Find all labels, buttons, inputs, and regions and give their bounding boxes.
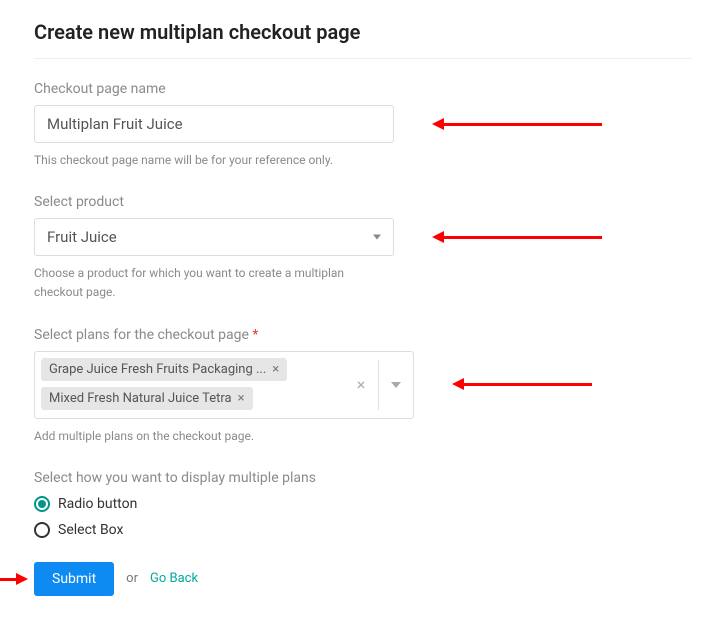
or-text: or bbox=[126, 571, 138, 586]
footer: Submit or Go Back bbox=[34, 562, 692, 596]
product-label: Select product bbox=[34, 194, 692, 210]
annotation-arrow bbox=[462, 383, 592, 386]
field-product: Select product Fruit Juice Choose a prod… bbox=[34, 194, 692, 302]
product-helper: Choose a product for which you want to c… bbox=[34, 264, 394, 302]
page-title: Create new multiplan checkout page bbox=[34, 20, 692, 59]
go-back-link[interactable]: Go Back bbox=[150, 571, 198, 586]
submit-button[interactable]: Submit bbox=[34, 562, 114, 596]
chevron-down-icon bbox=[373, 235, 381, 240]
annotation-arrow bbox=[0, 578, 18, 581]
field-display: Select how you want to display multiple … bbox=[34, 470, 692, 538]
plan-chip: Mixed Fresh Natural Juice Tetra × bbox=[41, 387, 253, 410]
radio-option-radio-button[interactable]: Radio button bbox=[34, 496, 692, 512]
chevron-down-icon bbox=[391, 382, 401, 388]
product-select-value: Fruit Juice bbox=[47, 228, 117, 246]
field-plans: Select plans for the checkout page * Gra… bbox=[34, 327, 692, 446]
radio-label: Radio button bbox=[58, 496, 137, 512]
plans-label: Select plans for the checkout page * bbox=[34, 327, 692, 343]
annotation-arrow bbox=[442, 236, 602, 239]
page-name-input[interactable] bbox=[34, 105, 394, 143]
plans-label-text: Select plans for the checkout page bbox=[34, 327, 249, 343]
plans-helper: Add multiple plans on the checkout page. bbox=[34, 427, 394, 446]
radio-icon bbox=[34, 496, 50, 512]
page-name-helper: This checkout page name will be for your… bbox=[34, 151, 394, 170]
display-label: Select how you want to display multiple … bbox=[34, 470, 692, 486]
annotation-arrow bbox=[442, 123, 602, 126]
radio-option-select-box[interactable]: Select Box bbox=[34, 522, 692, 538]
multiselect-controls: × bbox=[344, 352, 413, 418]
product-select[interactable]: Fruit Juice bbox=[34, 218, 394, 256]
required-asterisk: * bbox=[252, 327, 258, 343]
radio-icon bbox=[34, 522, 50, 538]
plan-chip-label: Grape Juice Fresh Fruits Packaging ... bbox=[49, 362, 266, 377]
page-name-label: Checkout page name bbox=[34, 81, 692, 97]
plan-chip: Grape Juice Fresh Fruits Packaging ... × bbox=[41, 358, 287, 381]
plans-chips-area: Grape Juice Fresh Fruits Packaging ... ×… bbox=[35, 352, 344, 418]
close-icon[interactable]: × bbox=[272, 363, 279, 376]
dropdown-toggle[interactable] bbox=[379, 382, 413, 388]
clear-all-button[interactable]: × bbox=[344, 375, 378, 394]
field-page-name: Checkout page name This checkout page na… bbox=[34, 81, 692, 170]
display-radio-group: Radio button Select Box bbox=[34, 496, 692, 538]
radio-label: Select Box bbox=[58, 522, 123, 538]
plans-multiselect[interactable]: Grape Juice Fresh Fruits Packaging ... ×… bbox=[34, 351, 414, 419]
close-icon[interactable]: × bbox=[238, 392, 245, 405]
plan-chip-label: Mixed Fresh Natural Juice Tetra bbox=[49, 391, 232, 406]
